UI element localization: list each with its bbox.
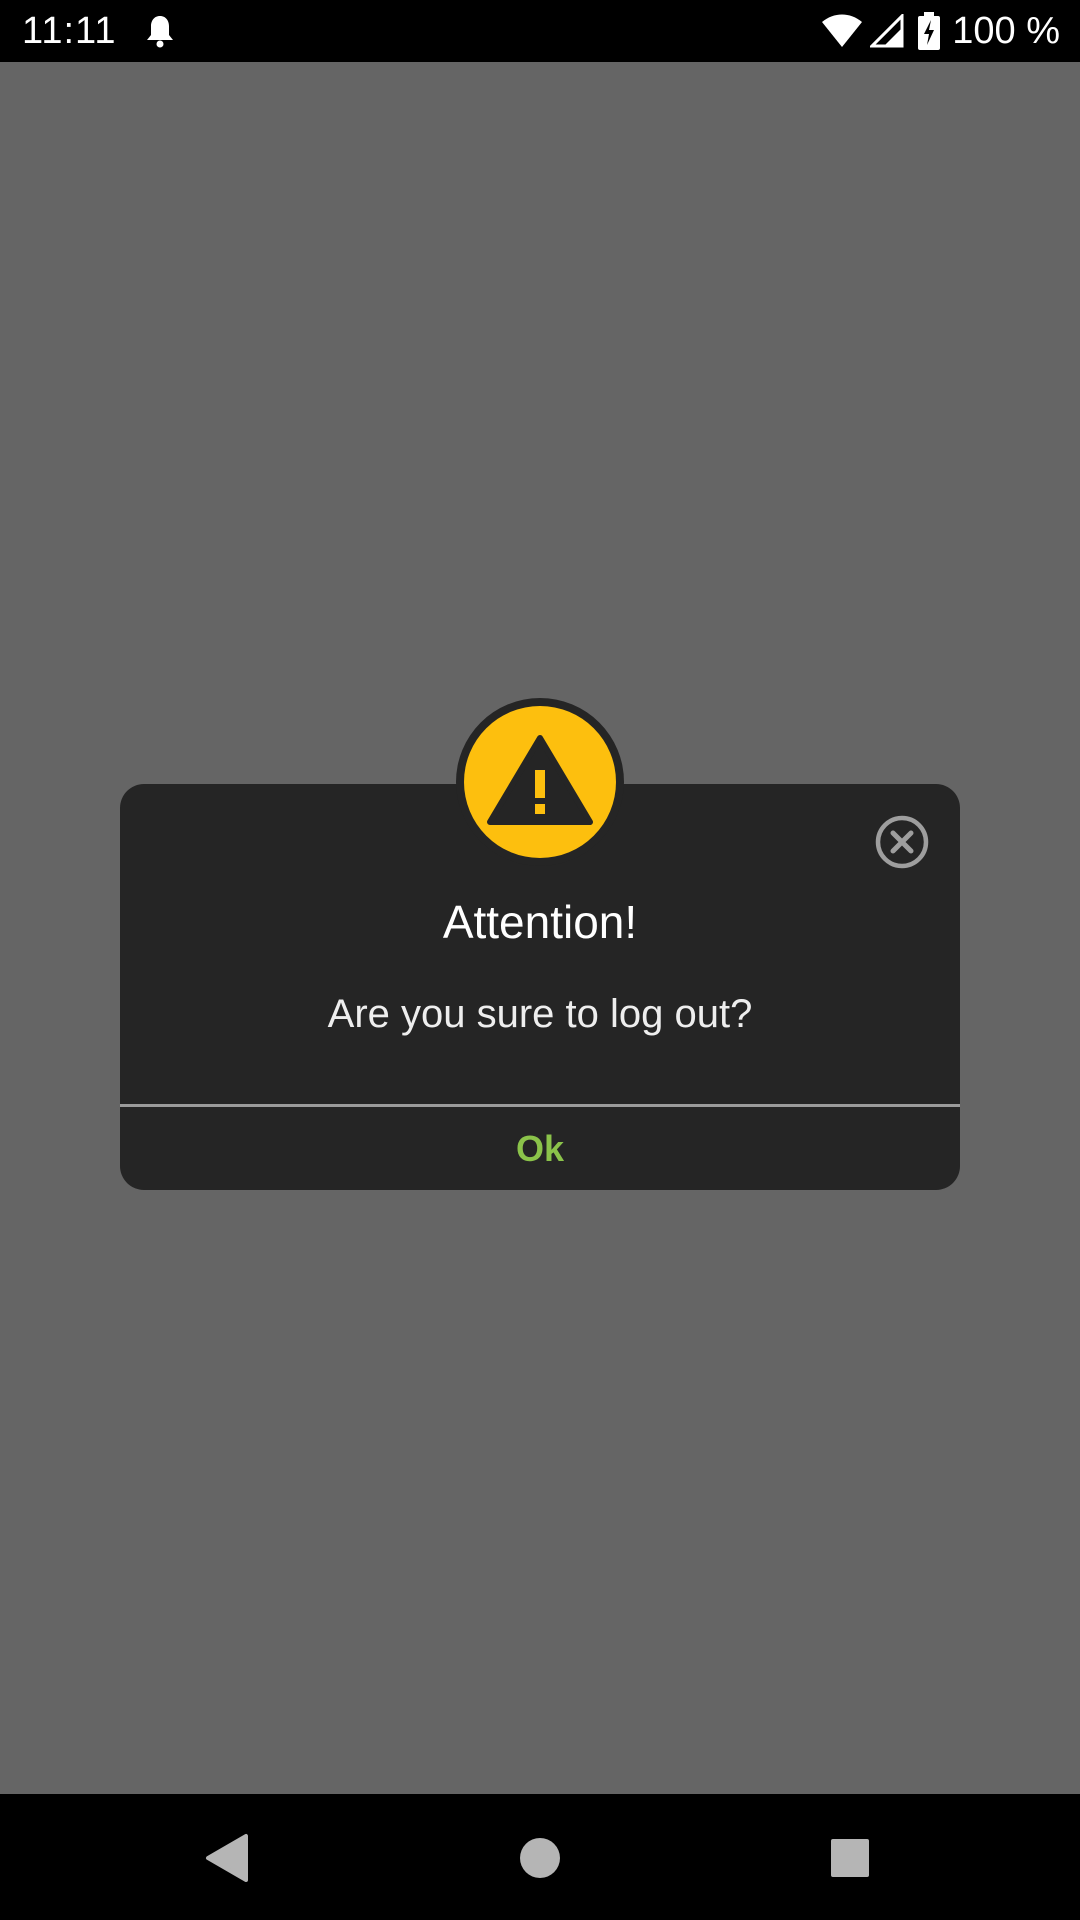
dialog-message: Are you sure to log out? — [327, 992, 753, 1036]
cell-signal-icon — [870, 14, 904, 48]
close-circle-icon[interactable] — [874, 814, 930, 870]
recents-icon[interactable] — [822, 1830, 878, 1886]
warning-badge — [464, 706, 616, 858]
wifi-icon — [822, 14, 863, 48]
notification-bell-icon — [144, 14, 176, 48]
status-time: 11:11 — [22, 10, 117, 52]
home-icon[interactable] — [512, 1830, 568, 1886]
back-icon[interactable] — [198, 1830, 254, 1886]
battery-charging-icon — [918, 12, 941, 50]
warning-icon — [487, 735, 593, 825]
ok-button[interactable]: Ok — [120, 1107, 960, 1190]
status-bar: 11:11 100 % — [0, 0, 1080, 62]
battery-percent: 100 % — [952, 10, 1060, 52]
dialog-title: Attention! — [442, 896, 638, 948]
status-icons: 100 % — [822, 8, 1060, 54]
